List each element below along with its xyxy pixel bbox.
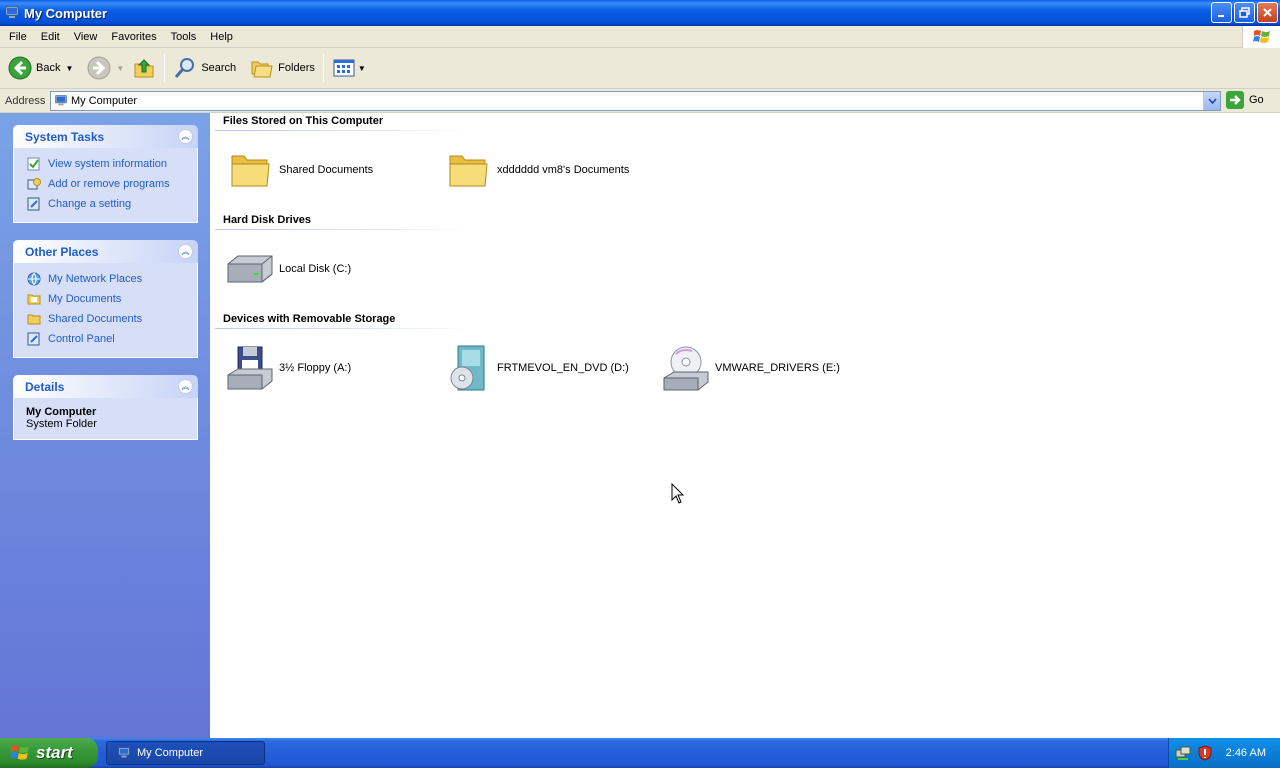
my-computer-icon bbox=[5, 6, 19, 18]
group-header-removable-storage: Devices with Removable Storage bbox=[223, 313, 396, 325]
forward-button[interactable]: ▼ bbox=[83, 50, 128, 86]
task-change-setting[interactable]: Change a setting bbox=[26, 194, 197, 214]
system-tasks-header[interactable]: System Tasks ︽ bbox=[13, 125, 198, 148]
group-header-files-stored: Files Stored on This Computer bbox=[223, 115, 384, 127]
my-computer-icon bbox=[55, 95, 67, 106]
menu-tools[interactable]: Tools bbox=[164, 31, 204, 43]
up-folder-icon bbox=[134, 59, 154, 78]
item-local-disk-c[interactable]: Local Disk (C:) bbox=[225, 244, 351, 294]
folders-icon bbox=[251, 61, 273, 78]
group-divider bbox=[215, 229, 475, 230]
control-panel-icon bbox=[26, 331, 42, 347]
go-button[interactable]: Go bbox=[1226, 91, 1264, 109]
other-places-panel: Other Places ︽ My Network Places My Docu… bbox=[13, 240, 198, 358]
item-user-documents[interactable]: xdddddd vm8's Documents bbox=[443, 145, 629, 195]
folders-button[interactable]: Folders bbox=[246, 50, 319, 86]
system-info-icon bbox=[26, 156, 42, 172]
cd-drive-icon bbox=[661, 343, 711, 393]
toolbar-separator bbox=[322, 54, 324, 82]
menu-view[interactable]: View bbox=[67, 31, 105, 43]
system-tasks-panel: System Tasks ︽ View system information A… bbox=[13, 125, 198, 223]
my-documents-icon bbox=[26, 291, 42, 307]
start-button[interactable]: start bbox=[0, 738, 98, 768]
views-dropdown-icon[interactable]: ▼ bbox=[358, 64, 366, 73]
control-panel-icon bbox=[26, 196, 42, 212]
views-icon bbox=[333, 59, 355, 77]
menu-file[interactable]: File bbox=[0, 31, 34, 43]
address-label: Address bbox=[5, 94, 46, 107]
add-remove-programs-icon bbox=[26, 176, 42, 192]
up-folder-button[interactable] bbox=[128, 50, 160, 86]
menu-bar: File Edit View Favorites Tools Help bbox=[0, 26, 1280, 48]
folder-icon bbox=[225, 145, 275, 195]
details-header[interactable]: Details ︽ bbox=[13, 375, 198, 398]
floppy-drive-icon bbox=[225, 343, 275, 393]
forward-arrow-icon bbox=[87, 56, 111, 80]
menu-edit[interactable]: Edit bbox=[34, 31, 67, 43]
item-shared-documents[interactable]: Shared Documents bbox=[225, 145, 373, 195]
folder-icon bbox=[443, 145, 493, 195]
title-bar[interactable]: My Computer bbox=[0, 0, 1280, 26]
minimize-icon bbox=[1218, 15, 1224, 17]
group-divider bbox=[215, 130, 475, 131]
other-places-header[interactable]: Other Places ︽ bbox=[13, 240, 198, 263]
file-view: Files Stored on This Computer Shared Doc… bbox=[210, 113, 1280, 738]
collapse-icon[interactable]: ︽ bbox=[178, 379, 193, 394]
toolbar: Back ▼ ▼ Search Folders ▼ bbox=[0, 48, 1280, 89]
go-arrow-icon bbox=[1226, 91, 1244, 109]
item-cd-e[interactable]: VMWARE_DRIVERS (E:) bbox=[661, 343, 840, 393]
windows-logo-icon bbox=[10, 745, 29, 760]
place-shared-documents[interactable]: Shared Documents bbox=[26, 309, 197, 329]
back-dropdown-icon[interactable]: ▼ bbox=[65, 64, 73, 73]
toolbar-separator bbox=[164, 54, 166, 82]
restore-icon bbox=[1239, 7, 1250, 18]
close-icon bbox=[1263, 8, 1272, 17]
mouse-cursor-icon bbox=[671, 483, 685, 504]
network-tray-icon[interactable] bbox=[1175, 745, 1191, 761]
task-pane: System Tasks ︽ View system information A… bbox=[0, 113, 210, 738]
place-control-panel[interactable]: Control Panel bbox=[26, 329, 197, 349]
details-name: My Computer bbox=[26, 406, 97, 418]
task-view-system-information[interactable]: View system information bbox=[26, 154, 197, 174]
search-icon bbox=[175, 58, 195, 78]
clock[interactable]: 2:46 AM bbox=[1226, 747, 1266, 759]
task-add-remove-programs[interactable]: Add or remove programs bbox=[26, 174, 197, 194]
details-description: System Folder bbox=[26, 418, 97, 430]
group-header-hard-disk-drives: Hard Disk Drives bbox=[223, 214, 312, 226]
address-value: My Computer bbox=[71, 95, 138, 107]
windows-logo-icon bbox=[1242, 26, 1280, 48]
place-my-documents[interactable]: My Documents bbox=[26, 289, 197, 309]
taskbar: start My Computer 2:46 AM bbox=[0, 738, 1280, 768]
dvd-drive-icon bbox=[443, 343, 493, 393]
back-arrow-icon bbox=[8, 56, 32, 80]
forward-dropdown-icon[interactable]: ▼ bbox=[116, 64, 124, 73]
back-button[interactable]: Back ▼ bbox=[4, 50, 77, 86]
security-shield-icon[interactable] bbox=[1197, 745, 1213, 761]
close-button[interactable] bbox=[1257, 2, 1278, 23]
views-button[interactable]: ▼ bbox=[328, 50, 370, 86]
restore-button[interactable] bbox=[1234, 2, 1255, 23]
minimize-button[interactable] bbox=[1211, 2, 1232, 23]
group-divider bbox=[215, 328, 475, 329]
taskbar-item-my-computer[interactable]: My Computer bbox=[106, 741, 265, 765]
menu-help[interactable]: Help bbox=[203, 31, 240, 43]
chevron-down-icon bbox=[1207, 98, 1217, 104]
hard-drive-icon bbox=[225, 244, 275, 294]
details-panel: Details ︽ My Computer System Folder bbox=[13, 375, 198, 440]
window-title: My Computer bbox=[24, 5, 108, 21]
search-button[interactable]: Search bbox=[169, 50, 240, 86]
collapse-icon[interactable]: ︽ bbox=[178, 129, 193, 144]
address-dropdown-button[interactable] bbox=[1203, 92, 1220, 110]
place-my-network-places[interactable]: My Network Places bbox=[26, 269, 197, 289]
network-places-icon bbox=[26, 271, 42, 287]
address-bar: Address My Computer Go bbox=[0, 89, 1280, 113]
system-tray: 2:46 AM bbox=[1168, 738, 1280, 768]
my-computer-icon bbox=[118, 747, 130, 758]
menu-favorites[interactable]: Favorites bbox=[104, 31, 163, 43]
item-dvd-d[interactable]: FRTMEVOL_EN_DVD (D:) bbox=[443, 343, 629, 393]
item-floppy-a[interactable]: 3½ Floppy (A:) bbox=[225, 343, 351, 393]
folder-icon bbox=[26, 311, 42, 327]
collapse-icon[interactable]: ︽ bbox=[178, 244, 193, 259]
address-field[interactable]: My Computer bbox=[50, 91, 1221, 111]
